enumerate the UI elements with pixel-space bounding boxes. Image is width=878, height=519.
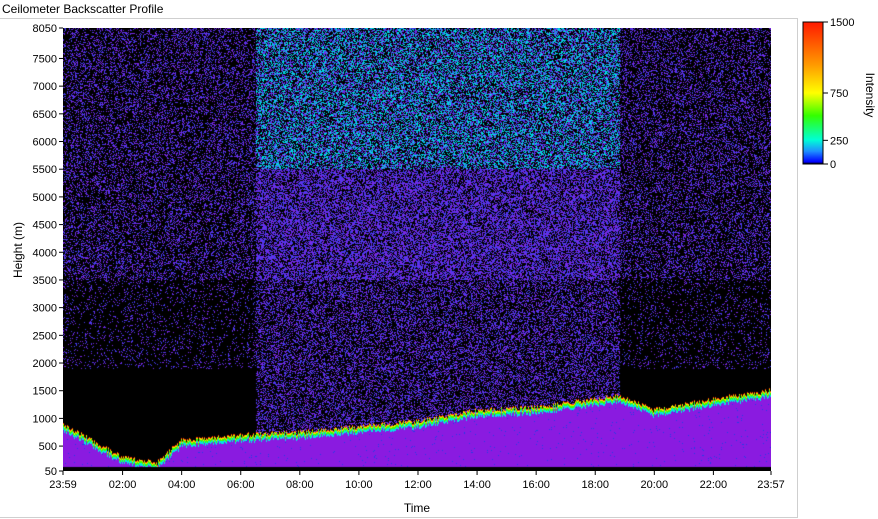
y-tick-label: 4500 <box>33 220 57 232</box>
colorbar-tick-label: 750 <box>830 88 848 100</box>
y-tick-label: 8050 <box>33 23 57 35</box>
y-tick-label: 7500 <box>33 53 57 65</box>
x-tick-label: 04:00 <box>168 479 196 491</box>
y-tick-label: 6000 <box>33 137 57 149</box>
x-tick-label: 20:00 <box>641 479 669 491</box>
x-tick-label: 18:00 <box>581 479 609 491</box>
colorbar-tick-label: 0 <box>830 159 836 171</box>
x-tick-label: 23:59 <box>49 479 77 491</box>
x-axis-label: Time <box>404 501 431 515</box>
y-tick-label: 500 <box>39 441 57 453</box>
y-tick-label: 5500 <box>33 164 57 176</box>
x-tick-label: 02:00 <box>109 479 137 491</box>
colorbar-ticks: 0 250 750 1500 <box>823 17 854 171</box>
y-tick-label: 2500 <box>33 330 57 342</box>
x-tick-label: 16:00 <box>522 479 550 491</box>
x-tick-label: 12:00 <box>404 479 432 491</box>
y-tick-label: 2000 <box>33 358 57 370</box>
y-tick-label: 4000 <box>33 247 57 259</box>
x-axis-ticks: 23:59 02:00 04:00 06:00 08:00 10:00 12:00 14:00… <box>49 471 785 491</box>
y-tick-label: 1000 <box>33 413 57 425</box>
x-tick-label: 10:00 <box>345 479 373 491</box>
y-tick-label: 1500 <box>33 386 57 398</box>
y-tick-label: 5000 <box>33 192 57 204</box>
y-tick-label: 3500 <box>33 275 57 287</box>
colorbar-tick-label: 250 <box>830 135 848 147</box>
x-tick-label: 14:00 <box>463 479 491 491</box>
colorbar <box>802 21 824 165</box>
colorbar-label: Intensity <box>863 73 877 118</box>
y-tick-label: 7000 <box>33 81 57 93</box>
colorbar-tick-label: 1500 <box>830 17 854 29</box>
y-tick-label: 6500 <box>33 109 57 121</box>
y-axis-label: Height (m) <box>11 222 25 278</box>
x-tick-label: 23:57 <box>757 479 785 491</box>
heatmap-canvas <box>63 28 771 471</box>
y-axis-ticks: 50 500 1000 1500 2000 2500 3000 3500 4000 4500 500… <box>33 23 63 478</box>
y-tick-label: 3000 <box>33 303 57 315</box>
x-tick-label: 06:00 <box>227 479 255 491</box>
y-tick-label: 50 <box>45 466 57 478</box>
x-tick-label: 08:00 <box>286 479 314 491</box>
x-tick-label: 22:00 <box>700 479 728 491</box>
